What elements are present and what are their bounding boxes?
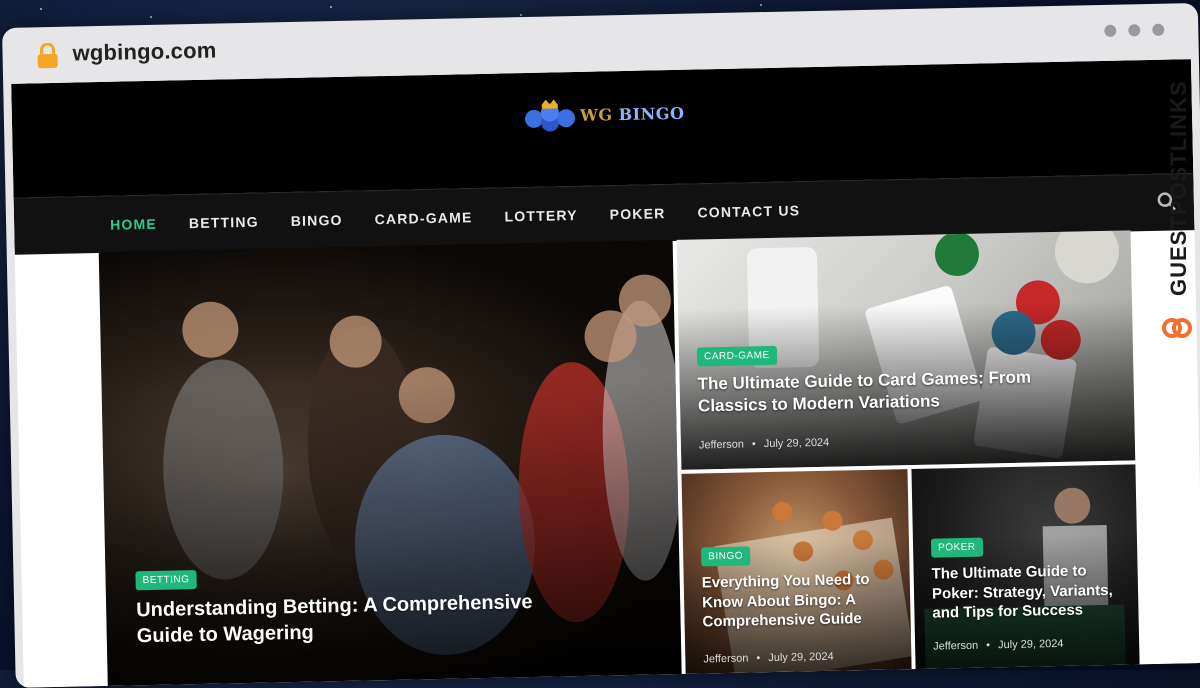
web-page: WG BINGO HOME BETTING BINGO CARD-GAME LO… [11,59,1200,688]
nav-item-contact-us[interactable]: CONTACT US [697,202,800,220]
post-card-poker[interactable]: POKER The Ultimate Guide to Poker: Strat… [911,464,1141,688]
logo-text-bingo: BINGO [618,103,685,124]
post-author[interactable]: Jefferson [699,439,744,452]
bingo-balls-icon [525,99,576,132]
post-title[interactable]: Everything You Need to Know About Bingo:… [702,569,899,632]
site-logo[interactable]: WG BINGO [524,96,685,133]
svg-text:GUESTPOSTLINKS: GUESTPOSTLINKS [1166,80,1191,296]
post-card-betting[interactable]: BETTING Understanding Betting: A Compreh… [98,240,683,688]
logo-text: WG BINGO [580,103,685,124]
featured-posts-grid: BETTING Understanding Betting: A Compreh… [98,230,1141,688]
nav-item-home[interactable]: HOME [110,216,157,233]
category-badge[interactable]: BINGO [701,546,751,567]
post-author[interactable]: Jefferson [703,653,748,666]
post-date: July 29, 2024 [763,436,830,451]
post-card-card-game[interactable]: CARD-GAME The Ultimate Guide to Card Gam… [676,230,1136,470]
nav-item-poker[interactable]: POKER [610,205,666,222]
logo-text-wg: WG [579,104,613,125]
category-badge[interactable]: POKER [930,537,983,558]
post-card-bingo[interactable]: BINGO Everything You Need to Know About … [681,469,913,688]
nav-item-lottery[interactable]: LOTTERY [504,207,578,225]
nav-item-betting[interactable]: BETTING [189,214,259,231]
browser-window: wgbingo.com WG BINGO HOME BETTING BINGO … [2,2,1200,688]
post-title[interactable]: The Ultimate Guide to Card Games: From C… [697,366,1078,418]
post-author[interactable]: Jefferson [933,640,978,653]
post-date: July 29, 2024 [768,650,834,665]
window-dots-icon [1104,23,1165,37]
category-badge[interactable]: BETTING [135,570,197,591]
lock-icon [37,42,58,69]
post-title[interactable]: Understanding Betting: A Comprehensive G… [136,588,567,649]
nav-item-card-game[interactable]: CARD-GAME [374,209,472,227]
post-title[interactable]: The Ultimate Guide to Poker: Strategy, V… [931,561,1128,624]
url-text[interactable]: wgbingo.com [72,38,216,67]
nav-item-bingo[interactable]: BINGO [291,212,343,229]
post-date: July 29, 2024 [997,637,1064,652]
category-badge[interactable]: CARD-GAME [696,345,777,367]
guestpostlinks-logo-icon: GUESTPOSTLINKS [1162,80,1192,338]
